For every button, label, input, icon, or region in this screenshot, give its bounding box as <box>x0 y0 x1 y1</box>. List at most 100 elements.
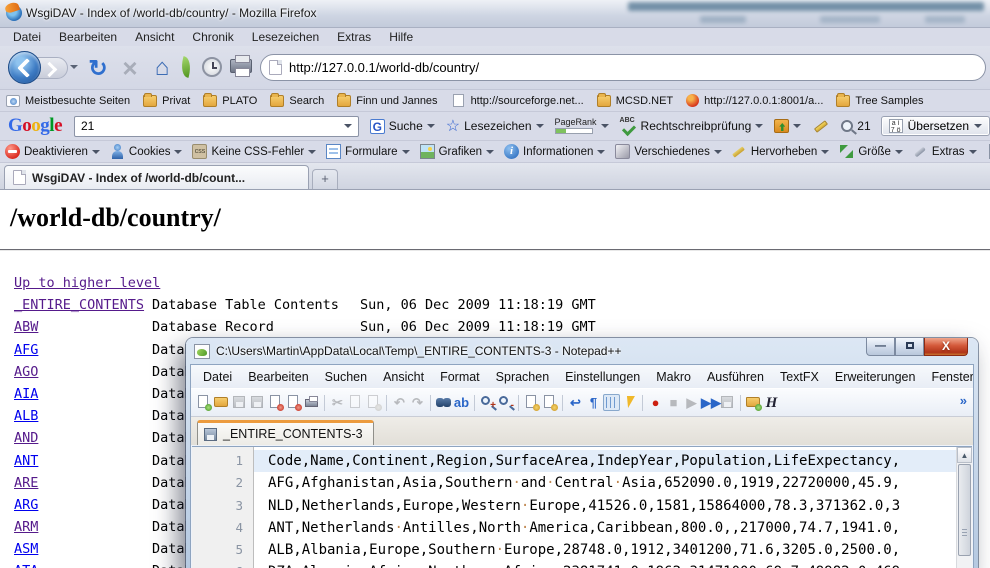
devtool-informationen[interactable]: Informationen <box>504 144 605 159</box>
devtool-cookies[interactable]: Cookies <box>110 144 183 159</box>
save-macro-icon[interactable] <box>719 394 736 411</box>
google-search-input[interactable]: 21 <box>74 116 359 137</box>
function-completion-icon[interactable] <box>621 394 638 411</box>
npp-menu-datei[interactable]: Datei <box>195 368 240 386</box>
devtool-gr-e[interactable]: Größe <box>839 144 903 159</box>
back-button[interactable] <box>8 51 41 84</box>
close-file-icon[interactable] <box>267 394 284 411</box>
devtool-extras[interactable]: Extras <box>913 144 977 159</box>
print-button[interactable] <box>230 59 252 73</box>
devtool-hervorheben[interactable]: Hervorheben <box>732 144 829 159</box>
dropdown-icon[interactable] <box>486 150 494 158</box>
npp-menu-einstellungen[interactable]: Einstellungen <box>557 368 648 386</box>
google-search-button[interactable]: G Suche <box>370 119 435 134</box>
devtool-keine-css-fehler[interactable]: Keine CSS-Fehler <box>192 144 316 159</box>
new-file-icon[interactable] <box>195 394 212 411</box>
npp-menu-ansicht[interactable]: Ansicht <box>375 368 432 386</box>
url-bar[interactable]: http://127.0.0.1/world-db/country/ <box>260 54 986 81</box>
entry-link[interactable]: AGO <box>14 361 38 383</box>
reload-button[interactable]: ↻ <box>84 54 112 82</box>
firefox-titlebar[interactable]: WsgiDAV - Index of /world-db/country/ - … <box>0 0 990 28</box>
highlighter-button[interactable] <box>812 124 830 129</box>
bookmark-item[interactable]: Search <box>270 95 324 107</box>
menu-datei[interactable]: Datei <box>6 29 48 45</box>
leaf-extension-icon[interactable] <box>179 56 194 78</box>
devtool-verschiedenes[interactable]: Verschiedenes <box>615 144 721 159</box>
editor-line-text[interactable]: ANT,Netherlands·Antilles,North·America,C… <box>254 517 956 539</box>
google-search-value[interactable]: 21 <box>81 119 94 133</box>
npp-menu-suchen[interactable]: Suchen <box>317 368 375 386</box>
devtool-formulare[interactable]: Formulare <box>326 144 409 159</box>
menu-bearbeiten[interactable]: Bearbeiten <box>52 29 124 45</box>
record-macro-icon[interactable]: ● <box>647 394 664 411</box>
stop-button[interactable]: × <box>116 54 144 82</box>
restore-button[interactable] <box>895 338 924 356</box>
npp-menu-sprachen[interactable]: Sprachen <box>488 368 558 386</box>
bookmark-item[interactable]: MCSD.NET <box>597 95 673 107</box>
history-clock-icon[interactable] <box>202 57 222 77</box>
redo-icon[interactable]: ↷ <box>409 394 426 411</box>
toolbar-overflow-icon[interactable]: » <box>960 393 967 408</box>
editor-line-text[interactable]: ALB,Albania,Europe,Southern·Europe,28748… <box>254 539 956 561</box>
devtool-grafiken[interactable]: Grafiken <box>420 144 494 159</box>
bookmark-item[interactable]: Meistbesuchte Seiten <box>6 95 130 107</box>
npp-menu-ausfhren[interactable]: Ausführen <box>699 368 772 386</box>
dropdown-icon[interactable] <box>969 150 977 158</box>
npp-menu-fenster[interactable]: Fenster <box>923 368 974 386</box>
close-button[interactable]: X <box>924 338 968 356</box>
url-text[interactable]: http://127.0.0.1/world-db/country/ <box>289 60 479 75</box>
tab-wsgidav[interactable]: WsgiDAV - Index of /world-db/count... <box>4 165 309 189</box>
dropdown-icon[interactable] <box>427 124 435 132</box>
entry-link[interactable]: AIA <box>14 383 38 405</box>
zoom-indicator[interactable]: 21 <box>841 119 870 133</box>
run-macro-multiple-icon[interactable]: ▶▶ <box>701 394 718 411</box>
entry-link[interactable]: _ENTIRE_CONTENTS <box>14 294 144 316</box>
close-all-icon[interactable] <box>285 394 302 411</box>
bookmark-item[interactable]: http://sourceforge.net... <box>451 94 584 107</box>
dropdown-icon[interactable] <box>308 150 316 158</box>
dropdown-icon[interactable] <box>974 124 982 132</box>
copy-icon[interactable] <box>347 394 364 411</box>
minimize-button[interactable]: — <box>866 338 895 356</box>
find-icon[interactable] <box>435 394 452 411</box>
entry-link[interactable]: ANT <box>14 450 38 472</box>
menu-lesezeichen[interactable]: Lesezeichen <box>245 29 326 45</box>
open-containing-folder-icon[interactable] <box>745 394 762 411</box>
sync-vertical-icon[interactable] <box>523 394 540 411</box>
sync-horizontal-icon[interactable] <box>541 394 558 411</box>
undo-icon[interactable]: ↶ <box>391 394 408 411</box>
menu-extras[interactable]: Extras <box>330 29 378 45</box>
entry-link[interactable]: ABW <box>14 316 38 338</box>
spellcheck-button[interactable]: Rechtschreibprüfung <box>620 119 764 134</box>
bookmark-item[interactable]: Finn und Jannes <box>337 95 437 107</box>
npp-menu-textfx[interactable]: TextFX <box>772 368 827 386</box>
editor-line-text[interactable]: DZA,Algeria,Africa,Northern·Africa,23817… <box>254 561 956 568</box>
dropdown-icon[interactable] <box>536 124 544 132</box>
entry-link[interactable]: ARE <box>14 472 38 494</box>
entry-link[interactable]: ASM <box>14 538 38 560</box>
view-in-html-icon[interactable]: H <box>763 394 780 411</box>
devtool-quellte[interactable]: Quellte <box>987 144 990 159</box>
play-macro-icon[interactable]: ▶ <box>683 394 700 411</box>
menu-ansicht[interactable]: Ansicht <box>128 29 181 45</box>
stop-macro-icon[interactable]: ■ <box>665 394 682 411</box>
search-dropdown-icon[interactable] <box>344 124 352 132</box>
npp-menu-bearbeiten[interactable]: Bearbeiten <box>240 368 316 386</box>
save-file-icon[interactable] <box>231 394 248 411</box>
editor-scrollbar[interactable]: ▲ <box>956 447 972 568</box>
editor-line-text[interactable]: Code,Name,Continent,Region,SurfaceArea,I… <box>254 450 956 472</box>
dropdown-icon[interactable] <box>174 150 182 158</box>
entry-link[interactable]: AND <box>14 427 38 449</box>
dropdown-icon[interactable] <box>597 150 605 158</box>
show-all-characters-icon[interactable]: ¶ <box>585 394 602 411</box>
editor[interactable]: 1Code,Name,Continent,Region,SurfaceArea,… <box>192 446 972 568</box>
dropdown-icon[interactable] <box>402 150 410 158</box>
npp-menu-erweiterungen[interactable]: Erweiterungen <box>827 368 924 386</box>
google-bookmarks-button[interactable]: ☆ Lesezeichen <box>446 116 544 136</box>
dropdown-icon[interactable] <box>793 124 801 132</box>
entry-link[interactable]: ARG <box>14 494 38 516</box>
bookmark-item[interactable]: Tree Samples <box>836 95 923 107</box>
replace-icon[interactable]: ab <box>453 394 470 411</box>
history-dropdown-icon[interactable] <box>70 65 78 73</box>
menu-hilfe[interactable]: Hilfe <box>382 29 420 45</box>
